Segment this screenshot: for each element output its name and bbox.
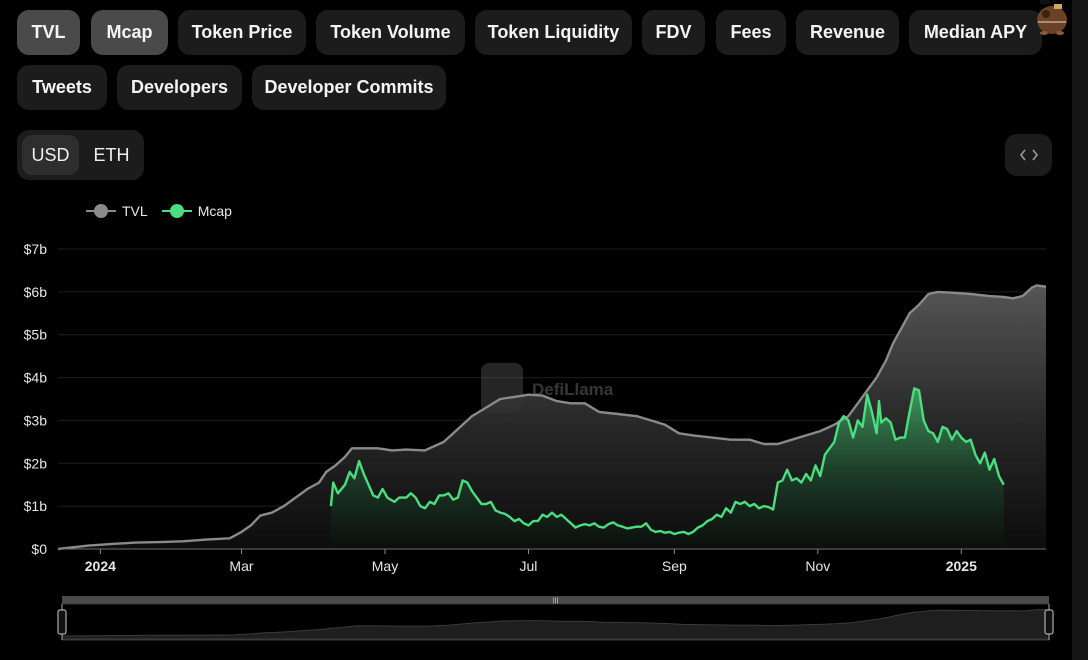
llama-mascot-icon <box>1037 0 1067 35</box>
chart-legend: TVL Mcap <box>86 203 246 219</box>
denomination-toggle: USD ETH <box>17 130 144 180</box>
denomination-eth-button[interactable]: ETH <box>83 135 140 175</box>
y-tick-label: $0 <box>31 541 47 557</box>
tab-fees[interactable]: Fees <box>716 10 786 55</box>
y-tick-label: $5b <box>24 327 48 343</box>
defillama-logo-icon <box>481 363 523 413</box>
tab-median-apy[interactable]: Median APY <box>909 10 1042 55</box>
x-tick-label: Sep <box>662 558 687 574</box>
legend-item-tvl[interactable]: TVL <box>86 203 148 219</box>
legend-item-mcap[interactable]: Mcap <box>161 203 232 219</box>
y-tick-label: $2b <box>24 455 48 471</box>
brush-frame <box>61 603 1050 641</box>
brush-preview-area <box>61 609 1050 640</box>
tab-revenue[interactable]: Revenue <box>796 10 899 55</box>
brush-handle-left <box>57 609 67 635</box>
tab-mcap[interactable]: Mcap <box>91 10 168 55</box>
mcap-line <box>329 387 1005 536</box>
tab-token-liquidity[interactable]: Token Liquidity <box>475 10 632 55</box>
tab-developer-commits[interactable]: Developer Commits <box>252 65 446 110</box>
y-tick-label: $1b <box>24 498 48 514</box>
tab-token-price[interactable]: Token Price <box>178 10 306 55</box>
x-tick-label: 2024 <box>85 558 116 574</box>
legend-marker-tvl <box>86 204 116 218</box>
tab-developers[interactable]: Developers <box>117 65 242 110</box>
brush-move-handle <box>62 596 1049 604</box>
tvl-line <box>57 284 1047 551</box>
tab-tweets[interactable]: Tweets <box>17 65 107 110</box>
mcap-area <box>330 388 1004 549</box>
x-tick-label: Jul <box>520 558 538 574</box>
legend-marker-mcap <box>161 204 192 218</box>
x-tick-label: 2025 <box>946 558 977 574</box>
y-tick-label: $3b <box>24 412 48 428</box>
embed-code-button[interactable] <box>1005 134 1052 176</box>
y-tick-label: $4b <box>24 370 48 386</box>
y-tick-label: $6b <box>24 284 48 300</box>
legend-label-mcap: Mcap <box>197 203 232 219</box>
defillama-watermark: DefiLlama <box>481 363 614 413</box>
brush-handle-right <box>1044 609 1054 635</box>
brush-grip-icon: ||| <box>553 598 559 605</box>
y-tick-label: $7b <box>24 241 48 257</box>
legend-label-tvl: TVL <box>122 203 148 219</box>
tab-token-volume[interactable]: Token Volume <box>316 10 465 55</box>
x-tick-label: Mar <box>229 558 253 574</box>
tvl-area <box>58 285 1046 549</box>
tab-tvl[interactable]: TVL <box>17 10 80 55</box>
page-scrollbar[interactable] <box>1072 0 1088 660</box>
x-tick-label: Nov <box>805 558 830 574</box>
denomination-usd-button[interactable]: USD <box>22 135 79 175</box>
tab-fdv[interactable]: FDV <box>642 10 705 55</box>
code-brackets-icon <box>1019 149 1038 161</box>
watermark-text: DefiLlama <box>532 380 614 399</box>
x-tick-label: May <box>372 558 398 574</box>
